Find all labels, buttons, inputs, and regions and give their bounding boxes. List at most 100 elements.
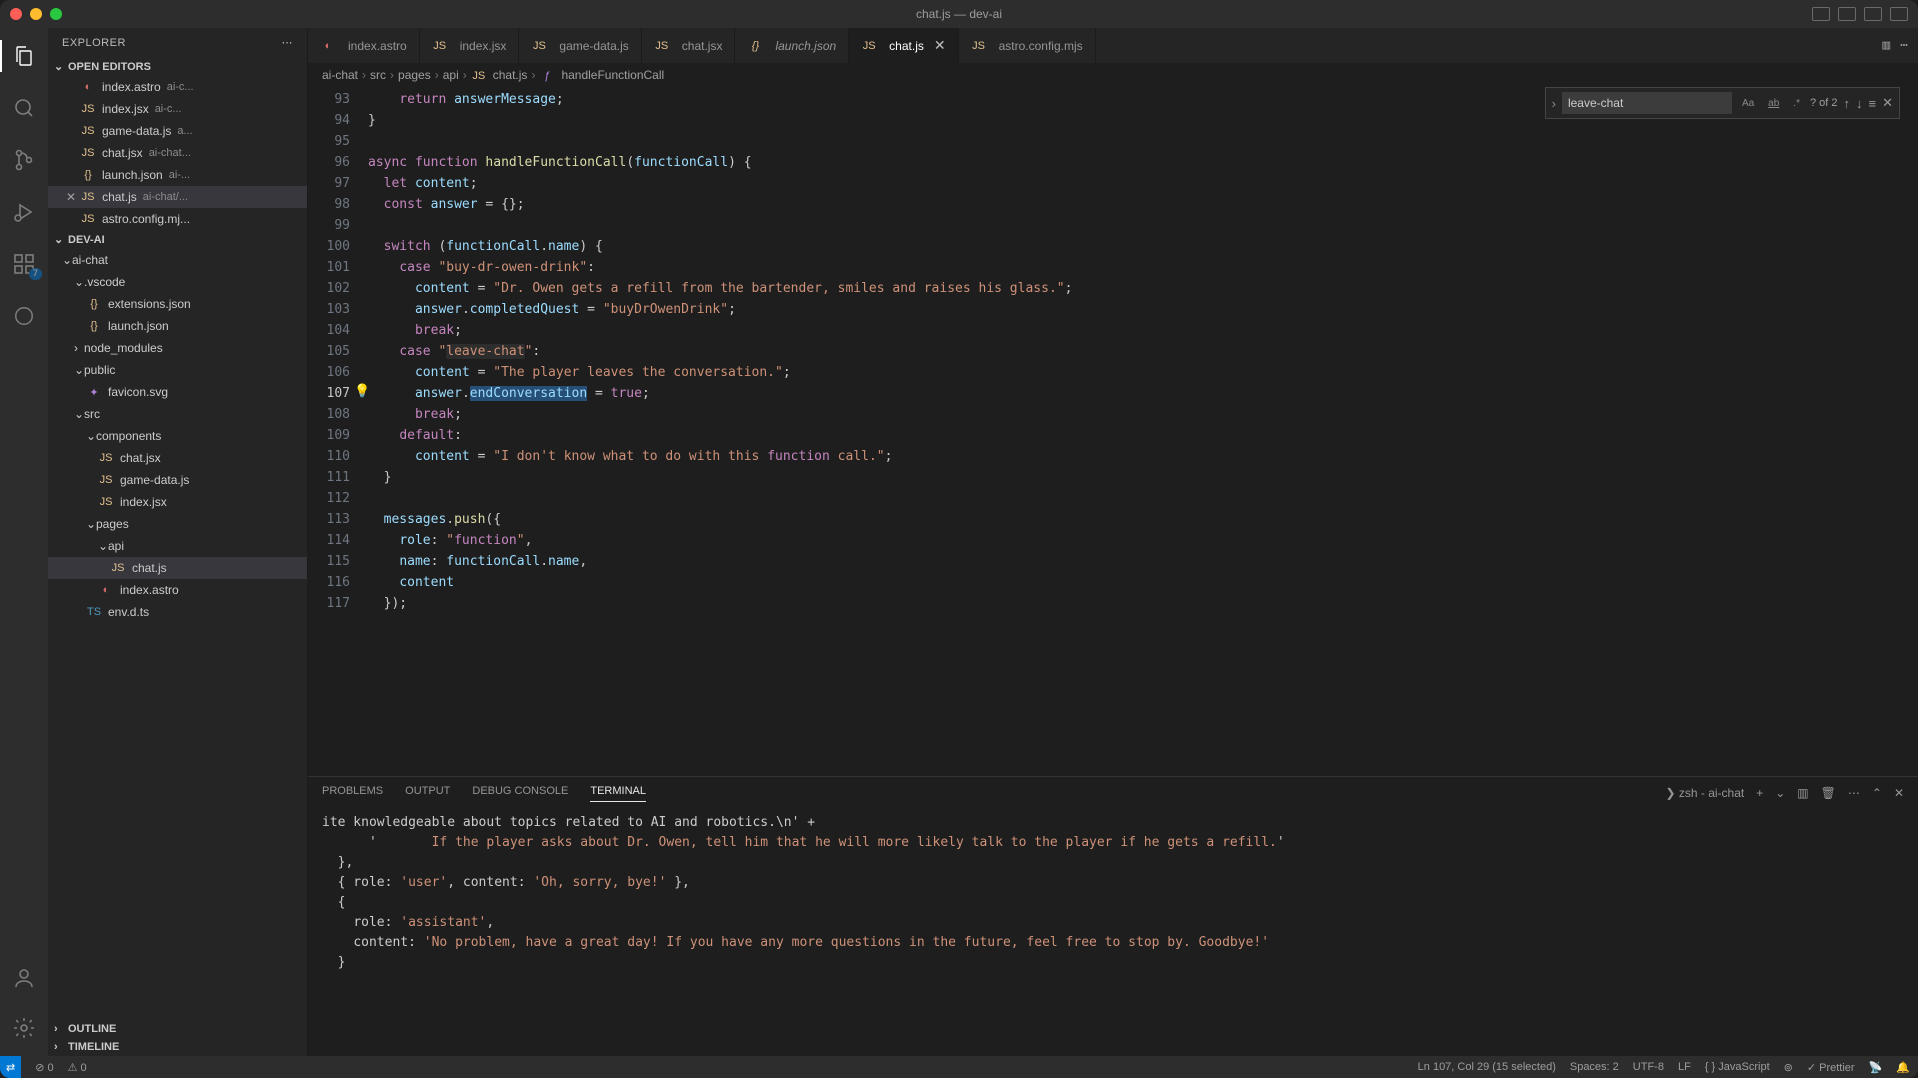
panel-left-icon[interactable] <box>1812 7 1830 21</box>
editor-tab[interactable]: JSastro.config.mjs <box>959 28 1096 63</box>
code-content[interactable]: return answerMessage;} async function ha… <box>368 87 1918 776</box>
breadcrumb-item[interactable]: JSchat.js <box>471 68 528 82</box>
trash-icon[interactable]: 🗑 <box>1821 786 1836 800</box>
tree-item[interactable]: ⌄ai-chat <box>48 249 307 271</box>
open-editor-item[interactable]: JSindex.jsxai-c... <box>48 98 307 120</box>
lightbulb-icon[interactable]: 💡 <box>354 381 370 402</box>
debug-icon[interactable] <box>0 192 48 232</box>
match-case-icon[interactable]: Aa <box>1738 96 1758 111</box>
errors-count[interactable]: ⊘ 0 <box>35 1061 53 1074</box>
extensions-icon[interactable]: 7 <box>0 244 48 284</box>
project-header[interactable]: ⌄ DEV-AI <box>48 230 307 249</box>
copilot-icon[interactable]: ⊚ <box>1784 1061 1793 1074</box>
panel-tab[interactable]: TERMINAL <box>590 785 646 802</box>
breadcrumb-item[interactable]: pages <box>398 68 431 82</box>
close-icon[interactable]: ✕ <box>934 37 946 54</box>
language-status[interactable]: { } JavaScript <box>1705 1061 1770 1073</box>
find-prev-icon[interactable]: ↑ <box>1844 96 1851 111</box>
bell-icon[interactable]: 🔔 <box>1896 1061 1910 1074</box>
find-input[interactable] <box>1562 92 1732 114</box>
terminal-dropdown-icon[interactable]: ⌄ <box>1775 786 1785 800</box>
tree-item[interactable]: ⌄public <box>48 359 307 381</box>
terminal-output[interactable]: ite knowledgeable about topics related t… <box>308 809 1918 1056</box>
layout-icon[interactable] <box>1890 7 1908 21</box>
new-terminal-icon[interactable]: + <box>1756 786 1763 800</box>
tree-item[interactable]: ⌄pages <box>48 513 307 535</box>
open-editor-item[interactable]: JSchat.jsxai-chat... <box>48 142 307 164</box>
tree-item[interactable]: {}launch.json <box>48 315 307 337</box>
source-control-icon[interactable] <box>0 140 48 180</box>
panel-bottom-icon[interactable] <box>1838 7 1856 21</box>
settings-icon[interactable] <box>0 1008 48 1048</box>
maximize-window[interactable] <box>50 8 62 20</box>
find-menu-icon[interactable]: ≡ <box>1869 96 1877 111</box>
tree-item[interactable]: JSindex.jsx <box>48 491 307 513</box>
minimize-window[interactable] <box>30 8 42 20</box>
tree-item[interactable]: JSchat.jsx <box>48 447 307 469</box>
editor-tab[interactable]: ◐index.astro <box>308 28 420 63</box>
tree-item[interactable]: ›node_modules <box>48 337 307 359</box>
editor-tab[interactable]: JSindex.jsx <box>420 28 520 63</box>
tree-item[interactable]: TSenv.d.ts <box>48 601 307 623</box>
tree-item[interactable]: {}extensions.json <box>48 293 307 315</box>
panel-tab[interactable]: OUTPUT <box>405 785 450 801</box>
find-close-icon[interactable]: ✕ <box>1882 95 1893 111</box>
tree-item[interactable]: ◐index.astro <box>48 579 307 601</box>
split-editor-icon[interactable]: ▥ <box>1882 38 1890 53</box>
breadcrumb-item[interactable]: api <box>443 68 459 82</box>
remote-indicator[interactable]: ⇄ <box>0 1056 21 1078</box>
tree-item[interactable]: ✦favicon.svg <box>48 381 307 403</box>
warnings-count[interactable]: ⚠ 0 <box>68 1061 87 1074</box>
maximize-panel-icon[interactable]: ⌃ <box>1872 786 1882 800</box>
tree-item[interactable]: ⌄src <box>48 403 307 425</box>
match-word-icon[interactable]: ab <box>1764 96 1783 111</box>
open-editor-item[interactable]: ◐index.astroai-c... <box>48 76 307 98</box>
prettier-status[interactable]: ✓ Prettier <box>1807 1061 1855 1074</box>
more-icon[interactable]: ⋯ <box>1900 38 1908 53</box>
search-icon[interactable] <box>0 88 48 128</box>
edge-icon[interactable] <box>0 296 48 336</box>
tree-item[interactable]: JSchat.js <box>48 557 307 579</box>
breadcrumb-item[interactable]: ƒhandleFunctionCall <box>539 68 664 82</box>
outline-header[interactable]: › OUTLINE <box>48 1020 307 1038</box>
terminal-picker[interactable]: ❯ zsh - ai-chat <box>1665 786 1744 800</box>
encoding-status[interactable]: UTF-8 <box>1633 1061 1664 1073</box>
split-terminal-icon[interactable]: ▥ <box>1797 786 1808 800</box>
panel-tab[interactable]: PROBLEMS <box>322 785 383 801</box>
tree-item[interactable]: ⌄components <box>48 425 307 447</box>
panel-tab[interactable]: DEBUG CONSOLE <box>472 785 568 801</box>
explorer-icon[interactable] <box>0 36 48 76</box>
editor-tab[interactable]: {}launch.json <box>735 28 849 63</box>
open-editors-header[interactable]: ⌄ OPEN EDITORS <box>48 57 307 76</box>
find-expand-icon[interactable]: › <box>1552 96 1556 111</box>
open-editor-item[interactable]: JSgame-data.jsa... <box>48 120 307 142</box>
close-panel-icon[interactable]: ✕ <box>1894 786 1904 800</box>
regex-icon[interactable]: .* <box>1789 96 1804 111</box>
tree-item[interactable]: ⌄api <box>48 535 307 557</box>
tree-item[interactable]: JSgame-data.js <box>48 469 307 491</box>
eol-status[interactable]: LF <box>1678 1061 1691 1073</box>
open-editor-item[interactable]: {}launch.jsonai-... <box>48 164 307 186</box>
breadcrumb-item[interactable]: ai-chat <box>322 68 358 82</box>
feedback-icon[interactable]: 📡 <box>1869 1061 1883 1074</box>
more-icon[interactable]: ⋯ <box>282 36 294 49</box>
breadcrumb[interactable]: ai-chat›src›pages›api›JSchat.js›ƒhandleF… <box>308 63 1918 87</box>
close-window[interactable] <box>10 8 22 20</box>
open-editor-item[interactable]: ✕JSchat.jsai-chat/... <box>48 186 307 208</box>
cursor-position[interactable]: Ln 107, Col 29 (15 selected) <box>1418 1061 1556 1073</box>
editor-tab[interactable]: JSgame-data.js <box>519 28 641 63</box>
editor-body[interactable]: › Aa ab .* ? of 2 ↑ ↓ ≡ ✕ 93949596979899… <box>308 87 1918 776</box>
account-icon[interactable] <box>0 958 48 998</box>
indent-status[interactable]: Spaces: 2 <box>1570 1061 1619 1073</box>
timeline-header[interactable]: › TIMELINE <box>48 1038 307 1056</box>
editor-tab[interactable]: JSchat.jsx <box>642 28 736 63</box>
editor-tab[interactable]: JSchat.js✕ <box>849 28 958 63</box>
open-editor-item[interactable]: JSastro.config.mj... <box>48 208 307 230</box>
find-next-icon[interactable]: ↓ <box>1856 96 1863 111</box>
close-icon[interactable]: ✕ <box>66 190 76 204</box>
more-icon[interactable]: ⋯ <box>1848 786 1860 800</box>
breadcrumb-item[interactable]: src <box>370 68 386 82</box>
js-icon: JS <box>98 452 114 464</box>
panel-right-icon[interactable] <box>1864 7 1882 21</box>
tree-item[interactable]: ⌄.vscode <box>48 271 307 293</box>
